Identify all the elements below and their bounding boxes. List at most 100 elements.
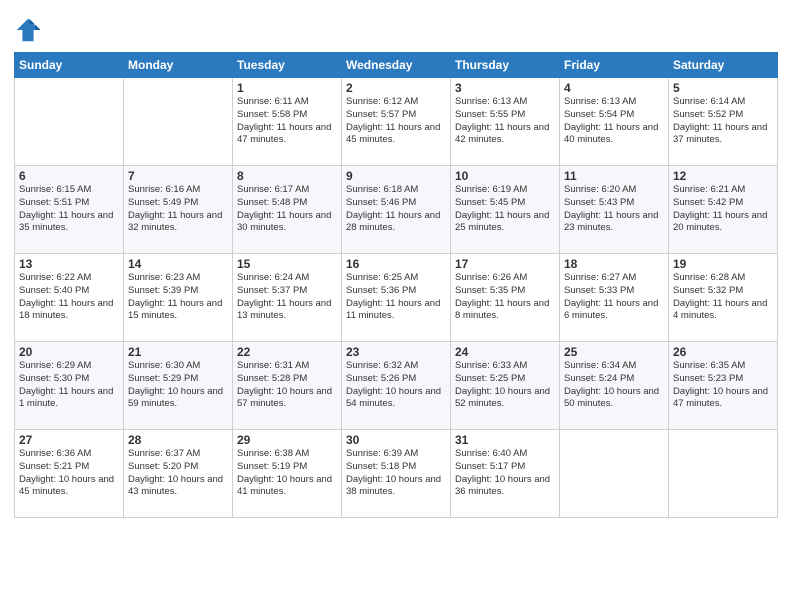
- day-number: 11: [564, 169, 664, 183]
- cell-content: Sunrise: 6:26 AM Sunset: 5:35 PM Dayligh…: [455, 272, 555, 323]
- cell-content: Sunrise: 6:35 AM Sunset: 5:23 PM Dayligh…: [673, 360, 773, 411]
- cell-content: Sunrise: 6:23 AM Sunset: 5:39 PM Dayligh…: [128, 272, 228, 323]
- day-number: 27: [19, 433, 119, 447]
- cell-content: Sunrise: 6:28 AM Sunset: 5:32 PM Dayligh…: [673, 272, 773, 323]
- cell-content: Sunrise: 6:39 AM Sunset: 5:18 PM Dayligh…: [346, 448, 446, 499]
- calendar-cell: 12Sunrise: 6:21 AM Sunset: 5:42 PM Dayli…: [669, 166, 778, 254]
- day-number: 2: [346, 81, 446, 95]
- day-number: 16: [346, 257, 446, 271]
- calendar-cell: 16Sunrise: 6:25 AM Sunset: 5:36 PM Dayli…: [342, 254, 451, 342]
- day-number: 14: [128, 257, 228, 271]
- day-number: 31: [455, 433, 555, 447]
- calendar-cell: 10Sunrise: 6:19 AM Sunset: 5:45 PM Dayli…: [451, 166, 560, 254]
- calendar-cell: 13Sunrise: 6:22 AM Sunset: 5:40 PM Dayli…: [15, 254, 124, 342]
- calendar-cell: 26Sunrise: 6:35 AM Sunset: 5:23 PM Dayli…: [669, 342, 778, 430]
- col-header-monday: Monday: [124, 53, 233, 78]
- cell-content: Sunrise: 6:15 AM Sunset: 5:51 PM Dayligh…: [19, 184, 119, 235]
- day-number: 4: [564, 81, 664, 95]
- cell-content: Sunrise: 6:40 AM Sunset: 5:17 PM Dayligh…: [455, 448, 555, 499]
- cell-content: Sunrise: 6:13 AM Sunset: 5:54 PM Dayligh…: [564, 96, 664, 147]
- day-number: 15: [237, 257, 337, 271]
- calendar-cell: 19Sunrise: 6:28 AM Sunset: 5:32 PM Dayli…: [669, 254, 778, 342]
- col-header-thursday: Thursday: [451, 53, 560, 78]
- day-number: 6: [19, 169, 119, 183]
- day-number: 20: [19, 345, 119, 359]
- cell-content: Sunrise: 6:19 AM Sunset: 5:45 PM Dayligh…: [455, 184, 555, 235]
- week-row-1: 1Sunrise: 6:11 AM Sunset: 5:58 PM Daylig…: [15, 78, 778, 166]
- cell-content: Sunrise: 6:38 AM Sunset: 5:19 PM Dayligh…: [237, 448, 337, 499]
- cell-content: Sunrise: 6:37 AM Sunset: 5:20 PM Dayligh…: [128, 448, 228, 499]
- calendar-cell: [124, 78, 233, 166]
- day-number: 23: [346, 345, 446, 359]
- cell-content: Sunrise: 6:16 AM Sunset: 5:49 PM Dayligh…: [128, 184, 228, 235]
- day-number: 24: [455, 345, 555, 359]
- cell-content: Sunrise: 6:33 AM Sunset: 5:25 PM Dayligh…: [455, 360, 555, 411]
- calendar-table: SundayMondayTuesdayWednesdayThursdayFrid…: [14, 52, 778, 518]
- calendar-cell: 18Sunrise: 6:27 AM Sunset: 5:33 PM Dayli…: [560, 254, 669, 342]
- day-number: 30: [346, 433, 446, 447]
- calendar-cell: 6Sunrise: 6:15 AM Sunset: 5:51 PM Daylig…: [15, 166, 124, 254]
- page: SundayMondayTuesdayWednesdayThursdayFrid…: [0, 0, 792, 612]
- cell-content: Sunrise: 6:20 AM Sunset: 5:43 PM Dayligh…: [564, 184, 664, 235]
- cell-content: Sunrise: 6:17 AM Sunset: 5:48 PM Dayligh…: [237, 184, 337, 235]
- day-number: 19: [673, 257, 773, 271]
- calendar-cell: 2Sunrise: 6:12 AM Sunset: 5:57 PM Daylig…: [342, 78, 451, 166]
- calendar-cell: [669, 430, 778, 518]
- day-number: 7: [128, 169, 228, 183]
- col-header-wednesday: Wednesday: [342, 53, 451, 78]
- calendar-cell: 22Sunrise: 6:31 AM Sunset: 5:28 PM Dayli…: [233, 342, 342, 430]
- calendar-cell: 8Sunrise: 6:17 AM Sunset: 5:48 PM Daylig…: [233, 166, 342, 254]
- calendar-cell: 11Sunrise: 6:20 AM Sunset: 5:43 PM Dayli…: [560, 166, 669, 254]
- cell-content: Sunrise: 6:14 AM Sunset: 5:52 PM Dayligh…: [673, 96, 773, 147]
- cell-content: Sunrise: 6:27 AM Sunset: 5:33 PM Dayligh…: [564, 272, 664, 323]
- col-header-friday: Friday: [560, 53, 669, 78]
- calendar-cell: 5Sunrise: 6:14 AM Sunset: 5:52 PM Daylig…: [669, 78, 778, 166]
- calendar-cell: 17Sunrise: 6:26 AM Sunset: 5:35 PM Dayli…: [451, 254, 560, 342]
- calendar-cell: 25Sunrise: 6:34 AM Sunset: 5:24 PM Dayli…: [560, 342, 669, 430]
- calendar-cell: 27Sunrise: 6:36 AM Sunset: 5:21 PM Dayli…: [15, 430, 124, 518]
- calendar-cell: 30Sunrise: 6:39 AM Sunset: 5:18 PM Dayli…: [342, 430, 451, 518]
- calendar-cell: 4Sunrise: 6:13 AM Sunset: 5:54 PM Daylig…: [560, 78, 669, 166]
- cell-content: Sunrise: 6:29 AM Sunset: 5:30 PM Dayligh…: [19, 360, 119, 411]
- week-row-3: 13Sunrise: 6:22 AM Sunset: 5:40 PM Dayli…: [15, 254, 778, 342]
- day-number: 22: [237, 345, 337, 359]
- cell-content: Sunrise: 6:36 AM Sunset: 5:21 PM Dayligh…: [19, 448, 119, 499]
- calendar-cell: 14Sunrise: 6:23 AM Sunset: 5:39 PM Dayli…: [124, 254, 233, 342]
- cell-content: Sunrise: 6:12 AM Sunset: 5:57 PM Dayligh…: [346, 96, 446, 147]
- day-number: 21: [128, 345, 228, 359]
- calendar-cell: 7Sunrise: 6:16 AM Sunset: 5:49 PM Daylig…: [124, 166, 233, 254]
- cell-content: Sunrise: 6:30 AM Sunset: 5:29 PM Dayligh…: [128, 360, 228, 411]
- day-number: 29: [237, 433, 337, 447]
- calendar-cell: 9Sunrise: 6:18 AM Sunset: 5:46 PM Daylig…: [342, 166, 451, 254]
- week-row-5: 27Sunrise: 6:36 AM Sunset: 5:21 PM Dayli…: [15, 430, 778, 518]
- day-number: 1: [237, 81, 337, 95]
- day-number: 9: [346, 169, 446, 183]
- calendar-cell: [560, 430, 669, 518]
- calendar-cell: 28Sunrise: 6:37 AM Sunset: 5:20 PM Dayli…: [124, 430, 233, 518]
- week-row-2: 6Sunrise: 6:15 AM Sunset: 5:51 PM Daylig…: [15, 166, 778, 254]
- cell-content: Sunrise: 6:31 AM Sunset: 5:28 PM Dayligh…: [237, 360, 337, 411]
- calendar-cell: 21Sunrise: 6:30 AM Sunset: 5:29 PM Dayli…: [124, 342, 233, 430]
- cell-content: Sunrise: 6:24 AM Sunset: 5:37 PM Dayligh…: [237, 272, 337, 323]
- day-number: 12: [673, 169, 773, 183]
- cell-content: Sunrise: 6:18 AM Sunset: 5:46 PM Dayligh…: [346, 184, 446, 235]
- cell-content: Sunrise: 6:21 AM Sunset: 5:42 PM Dayligh…: [673, 184, 773, 235]
- calendar-cell: 23Sunrise: 6:32 AM Sunset: 5:26 PM Dayli…: [342, 342, 451, 430]
- cell-content: Sunrise: 6:34 AM Sunset: 5:24 PM Dayligh…: [564, 360, 664, 411]
- day-number: 25: [564, 345, 664, 359]
- cell-content: Sunrise: 6:25 AM Sunset: 5:36 PM Dayligh…: [346, 272, 446, 323]
- day-number: 10: [455, 169, 555, 183]
- calendar-cell: 31Sunrise: 6:40 AM Sunset: 5:17 PM Dayli…: [451, 430, 560, 518]
- calendar-cell: 20Sunrise: 6:29 AM Sunset: 5:30 PM Dayli…: [15, 342, 124, 430]
- day-number: 3: [455, 81, 555, 95]
- day-number: 26: [673, 345, 773, 359]
- calendar-cell: [15, 78, 124, 166]
- week-row-4: 20Sunrise: 6:29 AM Sunset: 5:30 PM Dayli…: [15, 342, 778, 430]
- day-number: 28: [128, 433, 228, 447]
- logo: [14, 16, 46, 44]
- day-number: 18: [564, 257, 664, 271]
- day-number: 13: [19, 257, 119, 271]
- col-header-tuesday: Tuesday: [233, 53, 342, 78]
- header-row: SundayMondayTuesdayWednesdayThursdayFrid…: [15, 53, 778, 78]
- calendar-cell: 24Sunrise: 6:33 AM Sunset: 5:25 PM Dayli…: [451, 342, 560, 430]
